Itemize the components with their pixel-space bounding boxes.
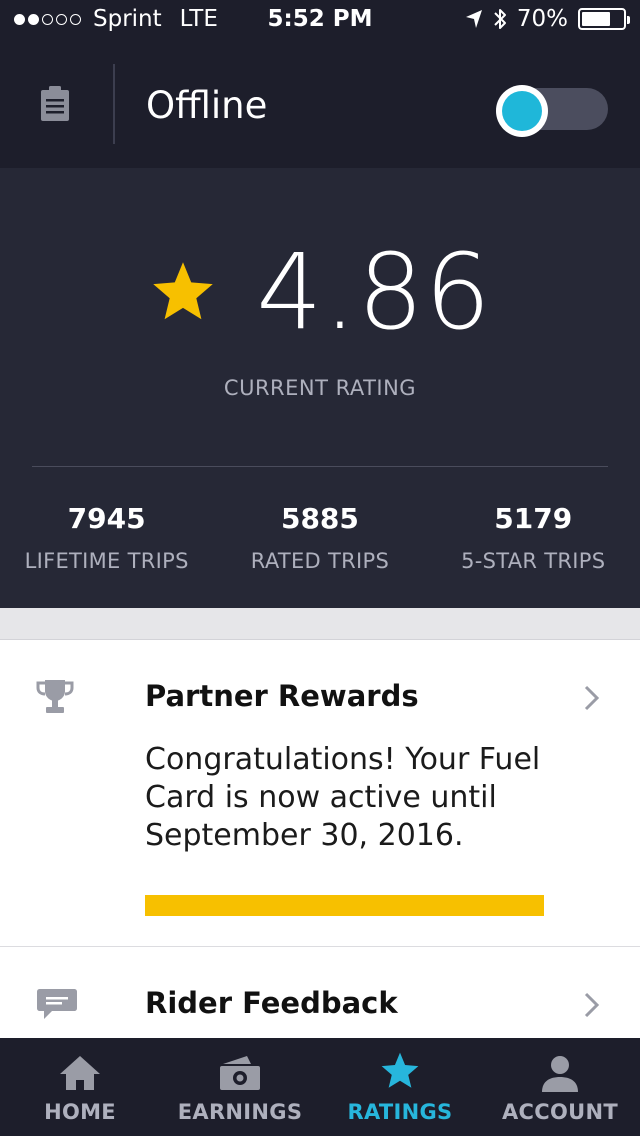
tab-label: RATINGS bbox=[347, 1100, 453, 1124]
clipboard-icon[interactable] bbox=[40, 86, 70, 122]
trip-stats: 7945 LIFETIME TRIPS 5885 RATED TRIPS 517… bbox=[0, 502, 640, 573]
bottom-tab-bar: HOME EARNINGS RATINGS ACCOUNT bbox=[0, 1038, 640, 1136]
star-icon bbox=[153, 262, 213, 320]
rider-feedback-title: Rider Feedback bbox=[145, 986, 398, 1020]
rewards-progress-bar bbox=[145, 895, 544, 916]
current-rating-caption: CURRENT RATING bbox=[223, 376, 417, 400]
stat-label: RATED TRIPS bbox=[250, 549, 390, 573]
stat-label: 5-STAR TRIPS bbox=[461, 549, 606, 573]
battery-level bbox=[582, 12, 610, 26]
stat-value: 5885 bbox=[280, 502, 359, 535]
battery-percent: 70% bbox=[516, 6, 568, 32]
chat-bubble-icon bbox=[37, 989, 77, 1019]
status-right: 70% bbox=[465, 6, 630, 32]
stat-lifetime-trips: 7945 LIFETIME TRIPS bbox=[0, 502, 213, 573]
person-icon bbox=[542, 1056, 578, 1092]
partner-rewards-title: Partner Rewards bbox=[145, 679, 419, 713]
rating-divider bbox=[32, 466, 608, 467]
cash-icon bbox=[220, 1056, 260, 1090]
partner-rewards-message: Congratulations! Your Fuel Card is now a… bbox=[145, 742, 541, 853]
current-rating-value: 4.86 bbox=[256, 231, 492, 353]
chevron-right-icon bbox=[584, 992, 600, 1018]
chevron-right-icon bbox=[584, 685, 600, 711]
stat-five-star-trips: 5179 5-STAR TRIPS bbox=[427, 502, 640, 573]
toggle-knob[interactable] bbox=[496, 85, 548, 137]
bluetooth-icon bbox=[494, 9, 506, 29]
partner-rewards-card[interactable]: Partner Rewards Congratulations! Your Fu… bbox=[0, 641, 640, 947]
tab-account[interactable]: ACCOUNT bbox=[480, 1038, 640, 1136]
location-arrow-icon bbox=[465, 10, 482, 28]
home-icon bbox=[60, 1056, 100, 1090]
section-separator bbox=[0, 608, 640, 640]
tab-ratings[interactable]: RATINGS bbox=[320, 1038, 480, 1136]
app-header: Offline bbox=[0, 40, 640, 168]
rewards-progress-fill bbox=[145, 895, 544, 916]
trophy-icon bbox=[36, 680, 74, 713]
rider-feedback-card[interactable]: Rider Feedback bbox=[0, 948, 640, 1038]
stat-rated-trips: 5885 RATED TRIPS bbox=[213, 502, 426, 573]
status-bar: Sprint LTE 5:52 PM 70% bbox=[0, 0, 640, 40]
tab-label: HOME bbox=[44, 1100, 116, 1124]
star-icon bbox=[381, 1052, 419, 1088]
status-title: Offline bbox=[146, 84, 268, 127]
online-toggle[interactable] bbox=[496, 85, 608, 137]
header-divider bbox=[113, 64, 115, 144]
battery-icon bbox=[578, 8, 630, 30]
tab-earnings[interactable]: EARNINGS bbox=[160, 1038, 320, 1136]
rating-row: 4.86 bbox=[0, 240, 640, 344]
rating-panel: 4.86 CURRENT RATING 7945 LIFETIME TRIPS … bbox=[0, 168, 640, 608]
tab-label: ACCOUNT bbox=[502, 1100, 618, 1124]
stat-value: 7945 bbox=[67, 502, 146, 535]
tab-label: EARNINGS bbox=[177, 1100, 303, 1124]
stat-label: LIFETIME TRIPS bbox=[24, 549, 189, 573]
tab-home[interactable]: HOME bbox=[0, 1038, 160, 1136]
stat-value: 5179 bbox=[494, 502, 573, 535]
